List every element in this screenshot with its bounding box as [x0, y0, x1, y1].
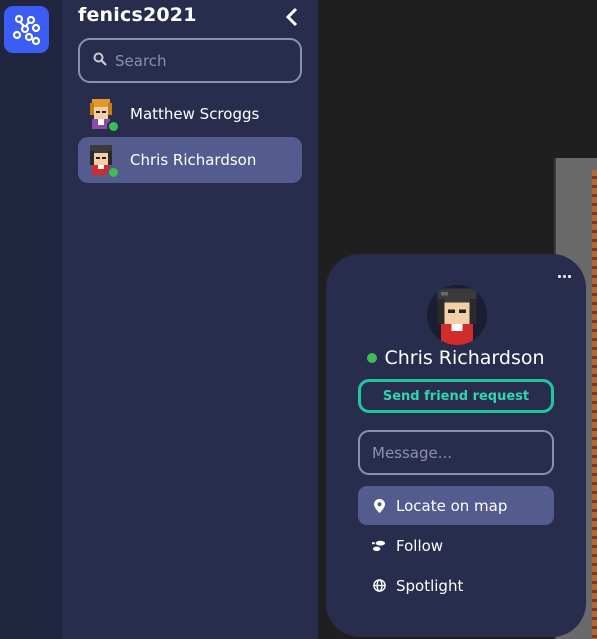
profile-avatar — [427, 285, 487, 345]
search-input[interactable] — [115, 51, 295, 70]
send-friend-request-button[interactable]: Send friend request — [358, 379, 554, 413]
footsteps-icon — [372, 539, 386, 553]
online-status-dot — [107, 120, 120, 133]
action-label: Locate on map — [396, 496, 508, 515]
online-status-dot — [367, 353, 378, 363]
member-name: Matthew Scroggs — [130, 105, 260, 123]
message-input[interactable] — [358, 430, 554, 475]
more-options-icon[interactable] — [554, 268, 574, 284]
action-label: Spotlight — [396, 576, 464, 595]
spotlight-button[interactable]: Spotlight — [358, 566, 554, 605]
search-icon — [93, 51, 107, 70]
profile-card: Chris Richardson Send friend request Loc… — [326, 254, 586, 637]
profile-name: Chris Richardson — [384, 347, 545, 369]
app-rail — [0, 0, 62, 639]
space-panel: fenics2021 Matthew Scroggs — [62, 0, 318, 639]
member-row-chris-richardson[interactable]: Chris Richardson — [78, 137, 302, 183]
map-brick-edge — [592, 170, 597, 639]
locate-on-map-button[interactable]: Locate on map — [358, 486, 554, 525]
map-pin-icon — [372, 498, 386, 513]
avatar — [84, 97, 120, 133]
follow-button[interactable]: Follow — [358, 526, 554, 565]
app-logo-icon[interactable] — [4, 6, 49, 53]
member-name: Chris Richardson — [130, 151, 257, 169]
online-status-dot — [107, 166, 120, 179]
profile-name-row: Chris Richardson — [326, 347, 586, 369]
globe-icon — [372, 579, 386, 593]
space-title: fenics2021 — [78, 4, 197, 26]
collapse-chevron-icon[interactable] — [284, 7, 300, 27]
search-field[interactable] — [78, 38, 302, 83]
avatar — [84, 143, 120, 179]
action-label: Follow — [396, 536, 444, 555]
member-row-matthew-scroggs[interactable]: Matthew Scroggs — [78, 91, 302, 137]
